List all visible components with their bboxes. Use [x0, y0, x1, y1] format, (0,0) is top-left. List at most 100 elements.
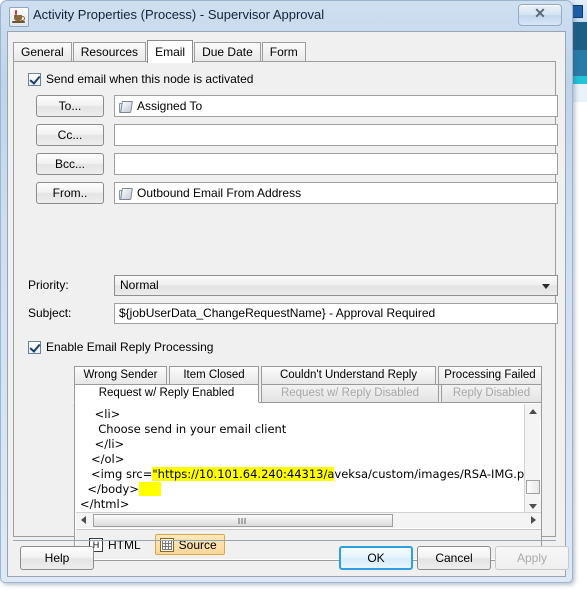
- cc-button[interactable]: Cc...: [36, 124, 104, 146]
- cup-saucer: [12, 21, 25, 23]
- chevron-down-icon: [542, 284, 550, 289]
- send-email-checkbox-label: Send email when this node is activated: [46, 72, 254, 86]
- triangle-up-icon: [529, 409, 537, 414]
- code-line: </html>: [80, 497, 525, 512]
- to-value: Assigned To: [137, 99, 203, 113]
- ok-button[interactable]: OK: [339, 546, 413, 570]
- tab-label: Email: [155, 45, 186, 59]
- code-text: </li>: [94, 437, 125, 451]
- address-row-from: From.. Outbound Email From Address: [36, 182, 558, 204]
- java-coffee-cup-icon: [9, 7, 29, 27]
- scroll-right-button[interactable]: [526, 513, 541, 528]
- reply-tab-request-w-reply-disabled: Request w/ Reply Disabled: [261, 384, 439, 403]
- scroll-up-button[interactable]: [525, 404, 541, 419]
- code-text: </html>: [80, 497, 130, 511]
- reply-tab-label: Processing Failed: [444, 369, 536, 381]
- tab-email[interactable]: Email: [147, 40, 194, 63]
- priority-value: Normal: [120, 278, 159, 292]
- reply-tab-label: Couldn't Understand Reply: [279, 369, 418, 381]
- reply-tab-reply-disabled: Reply Disabled: [441, 384, 542, 403]
- bcc-input[interactable]: [114, 153, 558, 175]
- close-icon: ✕: [534, 7, 546, 22]
- tab-label: Due Date: [202, 45, 253, 59]
- html-source-editor-panel: <li> Choose send in your email client </…: [74, 402, 542, 561]
- send-email-checkbox-row[interactable]: Send email when this node is activated: [28, 72, 253, 86]
- reply-tab-wrong-sender[interactable]: Wrong Sender: [74, 366, 167, 385]
- cc-input[interactable]: [114, 124, 558, 146]
- code-line: <li>: [80, 407, 525, 422]
- priority-select[interactable]: Normal: [114, 275, 558, 296]
- scroll-document-icon: [119, 187, 133, 200]
- code-text: <img src=: [90, 467, 153, 481]
- triangle-right-icon: [531, 516, 536, 524]
- address-row-cc: Cc...: [36, 124, 558, 146]
- tab-label: General: [21, 45, 64, 59]
- subject-input[interactable]: ${jobUserData_ChangeRequestName} - Appro…: [114, 303, 558, 324]
- reply-tab-label: Wrong Sender: [83, 369, 158, 381]
- enable-reply-processing-checkbox[interactable]: [28, 340, 41, 354]
- code-line: <img src="https://10.101.64.240:44313/av…: [80, 467, 525, 482]
- reply-tab-item-closed[interactable]: Item Closed: [169, 366, 259, 385]
- dialog-client-area: General Resources Email Due Date Form Send e…: [7, 31, 569, 577]
- vertical-scroll-thumb[interactable]: [526, 480, 540, 494]
- reply-tab-label: Reply Disabled: [452, 387, 531, 399]
- scroll-left-button[interactable]: [76, 513, 91, 528]
- tab-label: Resources: [80, 45, 139, 59]
- dialog-title: Activity Properties (Process) - Supervis…: [33, 7, 325, 22]
- reply-template-tab-row-top: Wrong Sender Item Closed Couldn't Understa…: [74, 366, 544, 385]
- from-value: Outbound Email From Address: [137, 186, 302, 200]
- to-input[interactable]: Assigned To: [114, 95, 558, 117]
- from-input[interactable]: Outbound Email From Address: [114, 182, 558, 204]
- enable-reply-processing-label: Enable Email Reply Processing: [46, 340, 214, 354]
- help-button[interactable]: Help: [20, 546, 94, 570]
- subject-label: Subject:: [28, 306, 72, 320]
- code-text: <li>: [94, 407, 121, 421]
- tab-general[interactable]: General: [13, 42, 72, 62]
- from-button[interactable]: From..: [36, 182, 104, 204]
- reply-tab-label: Request w/ Reply Enabled: [98, 387, 235, 399]
- editor-toggle-source[interactable]: Source: [154, 534, 225, 555]
- enable-reply-processing-row[interactable]: Enable Email Reply Processing: [28, 340, 213, 354]
- reply-tab-label: Request w/ Reply Disabled: [280, 387, 420, 399]
- editor-vertical-scrollbar[interactable]: [524, 404, 541, 514]
- reply-tab-couldn-t-understand-reply[interactable]: Couldn't Understand Reply: [261, 366, 436, 385]
- scroll-thumb-grip-icon: [238, 518, 248, 524]
- code-text: </body>: [87, 482, 139, 496]
- reply-tab-label: Item Closed: [183, 369, 245, 381]
- address-row-bcc: Bcc...: [36, 153, 558, 175]
- tab-label: Form: [269, 45, 298, 59]
- address-row-to: To... Assigned To: [36, 95, 558, 117]
- reply-template-tab-row-bottom: Request w/ Reply Enabled Request w/ Reply…: [74, 384, 544, 403]
- dialog-footer-separator: [13, 540, 556, 541]
- horizontal-scroll-thumb[interactable]: [93, 514, 393, 527]
- tab-form[interactable]: Form: [261, 42, 306, 62]
- tab-resources[interactable]: Resources: [72, 42, 147, 62]
- code-highlighted-text: [138, 482, 161, 496]
- code-line: </ol>: [80, 452, 525, 467]
- dialog-titlebar[interactable]: Activity Properties (Process) - Supervis…: [1, 1, 572, 31]
- source-code-textarea[interactable]: <li> Choose send in your email client </…: [76, 404, 525, 514]
- code-line: Choose send in your email client: [80, 422, 525, 437]
- triangle-left-icon: [81, 516, 86, 524]
- code-text: veksa/custom/images/RSA-IMG.png">: [334, 467, 525, 481]
- editor-horizontal-scrollbar[interactable]: [76, 512, 541, 528]
- code-text: Choose send in your email client: [98, 422, 287, 436]
- scroll-document-icon: [119, 100, 133, 113]
- activity-properties-dialog: Activity Properties (Process) - Supervis…: [0, 0, 573, 583]
- code-highlighted-text: "https://10.101.64.240:44313/a: [152, 467, 335, 481]
- reply-tab-processing-failed[interactable]: Processing Failed: [438, 366, 542, 385]
- cancel-button[interactable]: Cancel: [417, 546, 491, 570]
- bcc-button[interactable]: Bcc...: [36, 153, 104, 175]
- reply-tab-request-w-reply-enabled[interactable]: Request w/ Reply Enabled: [74, 384, 259, 403]
- triangle-down-icon: [529, 504, 537, 509]
- reply-template-tab-strip: Wrong Sender Item Closed Couldn't Understa…: [74, 366, 542, 403]
- main-tab-strip: General Resources Email Due Date Form: [13, 39, 307, 63]
- code-line: </li>: [80, 437, 525, 452]
- code-line: </body>: [80, 482, 525, 497]
- to-button[interactable]: To...: [36, 95, 104, 117]
- send-email-checkbox[interactable]: [28, 72, 41, 86]
- code-text: </ol>: [90, 452, 125, 466]
- close-button[interactable]: ✕: [518, 4, 562, 26]
- tab-due-date[interactable]: Due Date: [194, 42, 261, 62]
- email-tab-panel: Send email when this node is activated T…: [13, 61, 558, 561]
